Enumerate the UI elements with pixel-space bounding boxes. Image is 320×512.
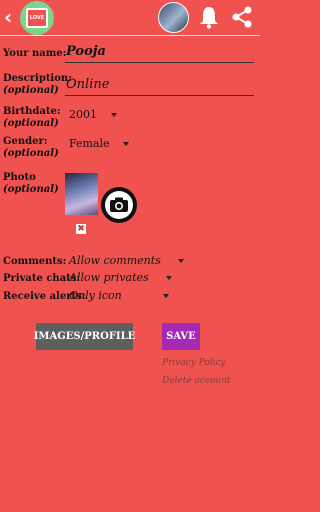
receive-alerts-select[interactable]: Only icon [69, 289, 170, 302]
name-input[interactable]: Pooja [66, 44, 106, 59]
delete-account-link[interactable]: Delete account [162, 376, 231, 386]
dropdown-arrow-icon [123, 142, 130, 146]
photo-thumbnail[interactable] [65, 173, 98, 215]
description-underline [65, 95, 254, 96]
header-divider [0, 35, 260, 36]
dropdown-arrow-icon [163, 294, 170, 298]
camera-button[interactable] [101, 187, 137, 223]
save-button[interactable]: SAVE [162, 323, 200, 350]
top-bar: ‹ LOVE [0, 0, 260, 35]
gender-select[interactable]: Female [69, 137, 130, 150]
description-input[interactable]: Online [66, 77, 109, 92]
dropdown-arrow-icon [110, 113, 117, 117]
private-chats-select[interactable]: Allow privates [69, 271, 173, 284]
delete-photo-icon[interactable]: ✖ [76, 224, 86, 234]
birthdate-label: Birthdate: (optional) [3, 106, 61, 129]
dropdown-arrow-icon [178, 259, 185, 263]
name-label: Your name: [3, 48, 67, 59]
bell-icon[interactable] [198, 5, 220, 29]
back-chevron-icon[interactable]: ‹ [4, 6, 18, 28]
avatar[interactable] [158, 2, 189, 33]
share-icon[interactable] [230, 5, 254, 29]
comments-select[interactable]: Allow comments [69, 254, 185, 267]
dropdown-arrow-icon [166, 276, 173, 280]
photo-label: Photo (optional) [3, 172, 59, 195]
description-label: Description: (optional) [3, 73, 72, 96]
images-profile-button[interactable]: IMAGES/PROFILE [34, 323, 135, 350]
app-logo[interactable]: LOVE [20, 1, 54, 35]
name-underline [65, 62, 254, 63]
camera-icon [110, 197, 128, 212]
gender-label: Gender: (optional) [3, 136, 59, 159]
privacy-policy-link[interactable]: Privacy Policy [162, 358, 226, 368]
birthdate-select[interactable]: 2001 [69, 108, 117, 121]
comments-label: Comments: [3, 256, 67, 267]
logo-heart-icon: LOVE [26, 8, 48, 28]
